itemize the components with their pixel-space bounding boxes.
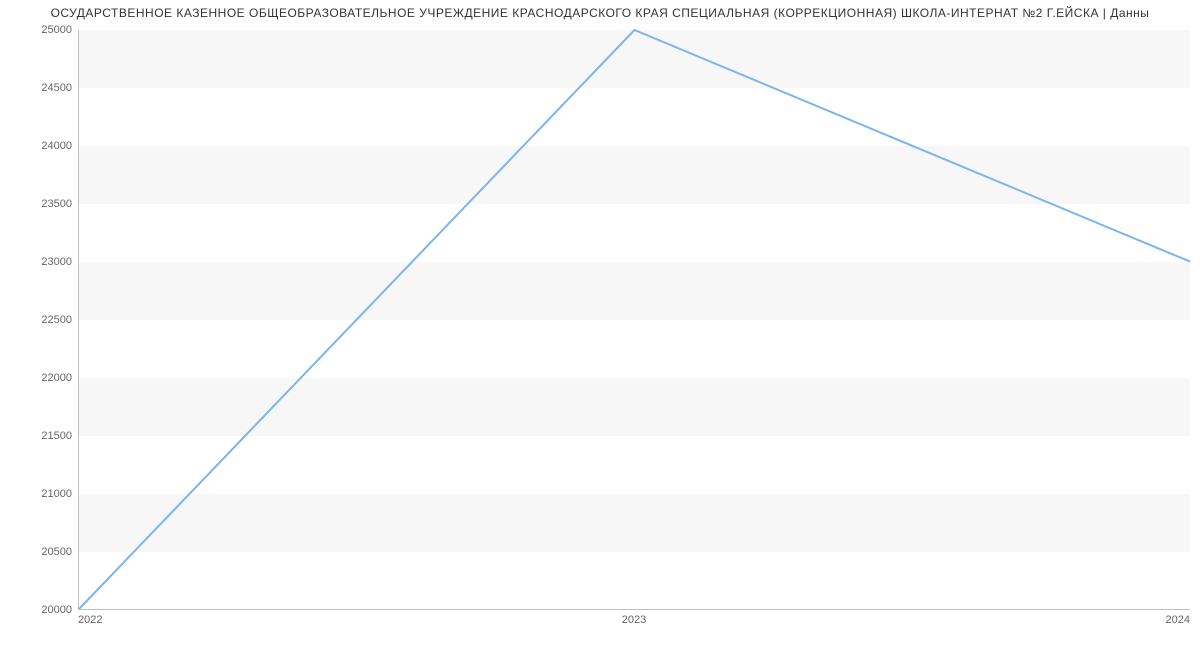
y-axis-tick-label: 23000 [12,256,72,268]
y-axis-tick-label: 21000 [12,488,72,500]
chart-title: ОСУДАРСТВЕННОЕ КАЗЕННОЕ ОБЩЕОБРАЗОВАТЕЛЬ… [0,6,1200,20]
chart-container: ОСУДАРСТВЕННОЕ КАЗЕННОЕ ОБЩЕОБРАЗОВАТЕЛЬ… [0,0,1200,650]
chart-line-svg [79,30,1190,609]
y-axis-tick-label: 22500 [12,314,72,326]
plot-area [78,30,1190,610]
y-axis-tick-label: 24000 [12,140,72,152]
x-axis-tick-label: 2022 [78,614,102,626]
y-axis-tick-label: 20500 [12,546,72,558]
y-axis-tick-label: 23500 [12,198,72,210]
y-axis-tick-label: 25000 [12,24,72,36]
y-axis-tick-label: 24500 [12,82,72,94]
x-axis-tick-label: 2023 [622,614,646,626]
y-axis-tick-label: 21500 [12,430,72,442]
data-series-line [79,30,1190,609]
y-axis-tick-label: 22000 [12,372,72,384]
y-axis-tick-label: 20000 [12,604,72,616]
x-axis-tick-label: 2024 [1166,614,1190,626]
